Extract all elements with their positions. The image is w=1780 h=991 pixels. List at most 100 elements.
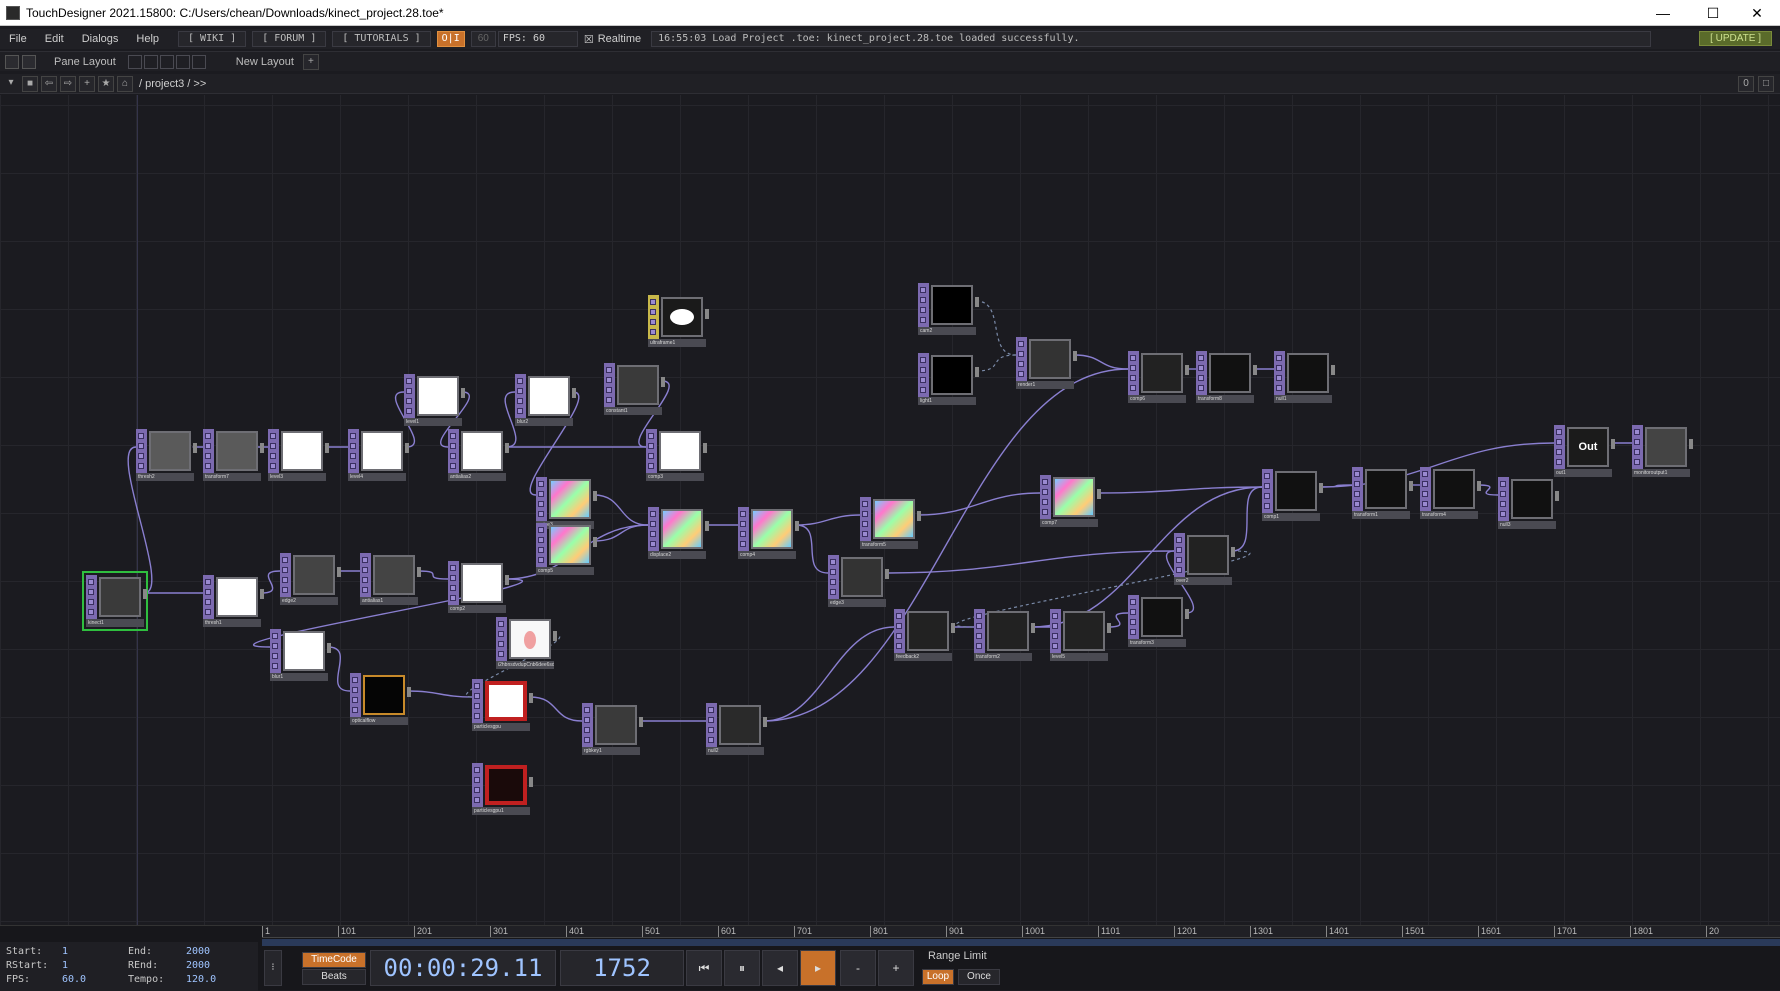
node-label[interactable]: opticalflow — [350, 717, 408, 725]
node-label[interactable]: thresh2 — [136, 473, 194, 481]
node-output-connector[interactable] — [661, 377, 665, 387]
node-transform3[interactable]: transform3 — [1128, 595, 1189, 647]
perform-mode-button[interactable]: O|I — [436, 31, 465, 47]
wiki-button[interactable]: [ WIKI ] — [178, 31, 247, 47]
node-output-connector[interactable] — [593, 537, 597, 547]
node-output-connector[interactable] — [975, 367, 979, 377]
node-label[interactable]: transform3 — [1128, 639, 1186, 647]
node-viewer[interactable] — [1287, 353, 1329, 393]
node-output-connector[interactable] — [529, 777, 533, 787]
node-label[interactable]: comp6 — [1128, 395, 1186, 403]
wire-edge3-over2[interactable] — [885, 550, 1175, 574]
node-tab[interactable] — [1128, 351, 1139, 395]
node-transform4[interactable]: transform4 — [1420, 467, 1481, 519]
node-label[interactable]: null1 — [1274, 395, 1332, 403]
node-tab[interactable] — [1498, 477, 1509, 521]
node-tab[interactable] — [738, 507, 749, 551]
node-tab[interactable] — [1352, 467, 1363, 511]
node-particlesgpu1[interactable]: particlesgpu1 — [472, 763, 533, 815]
node-viewer[interactable] — [99, 577, 141, 617]
node-transform7[interactable]: transform7 — [203, 429, 264, 481]
wire-particlesgpu-rgbkey1[interactable] — [529, 696, 583, 722]
timeline-menu-button[interactable]: ⁝ — [264, 950, 282, 986]
node-viewer[interactable] — [907, 611, 949, 651]
node-label[interactable]: transform5 — [860, 541, 918, 549]
play-icon[interactable]: ▸ — [800, 950, 836, 986]
node-tab[interactable] — [350, 673, 361, 717]
tempo-value[interactable]: 120.0 — [186, 974, 216, 985]
node-kinect1[interactable]: kinect1 — [82, 571, 148, 631]
node-tab[interactable] — [918, 283, 929, 327]
node-blur1[interactable]: blur1 — [270, 629, 331, 681]
node-comp6[interactable]: comp6 — [1128, 351, 1189, 403]
node-output-connector[interactable] — [461, 388, 465, 398]
node-viewer[interactable] — [373, 555, 415, 595]
node-output-connector[interactable] — [405, 443, 409, 453]
node-output-connector[interactable] — [1185, 365, 1189, 375]
node-tab[interactable] — [496, 617, 507, 661]
wire-render1-comp6[interactable] — [1073, 354, 1129, 370]
node-rgbkey1[interactable]: rgbkey1 — [582, 703, 643, 755]
node-output-connector[interactable] — [795, 521, 799, 531]
node-viewer[interactable] — [528, 376, 570, 416]
node-output-connector[interactable] — [417, 567, 421, 577]
node-label[interactable]: antialias1 — [360, 597, 418, 605]
node-output-connector[interactable] — [1107, 623, 1111, 633]
wire-comp4-transform5[interactable] — [795, 514, 861, 526]
layout-1-icon[interactable] — [127, 54, 142, 69]
node-cam2[interactable]: cam2 — [918, 283, 979, 335]
node-output-connector[interactable] — [1611, 439, 1615, 449]
node-output-connector[interactable] — [885, 569, 889, 579]
node-displace2[interactable]: displace2 — [648, 507, 709, 559]
node-tab[interactable] — [1196, 351, 1207, 395]
fps-value[interactable]: 60.0 — [62, 974, 86, 985]
loop-button[interactable]: Loop — [922, 969, 954, 985]
menu-help[interactable]: Help — [127, 33, 168, 45]
node-output-connector[interactable] — [1555, 491, 1559, 501]
node-level4[interactable]: level4 — [348, 429, 409, 481]
node-tab[interactable] — [136, 429, 147, 473]
node-label[interactable]: edge2 — [280, 597, 338, 605]
chevron-down-icon[interactable]: ▾ — [3, 76, 19, 92]
node-viewer[interactable] — [417, 376, 459, 416]
node-label[interactable]: render1 — [1016, 381, 1074, 389]
node-transform1[interactable]: transform1 — [1352, 467, 1413, 519]
node-viewer[interactable] — [1053, 477, 1095, 517]
star-icon[interactable]: ★ — [98, 75, 114, 92]
node-viewer[interactable] — [216, 577, 258, 617]
node-output-connector[interactable] — [763, 717, 767, 727]
node-noise3[interactable]: noise3 — [536, 477, 597, 529]
node-output-connector[interactable] — [553, 631, 557, 641]
add-layout-button[interactable]: + — [302, 53, 319, 70]
node-viewer[interactable] — [283, 631, 325, 671]
node-viewer[interactable]: Out — [1567, 427, 1609, 467]
beats-mode-button[interactable]: Beats — [302, 969, 366, 985]
node-tab[interactable] — [1016, 337, 1027, 381]
node-label[interactable]: transform4 — [1420, 511, 1478, 519]
node-opticalflow[interactable]: opticalflow — [350, 673, 411, 725]
node-label[interactable]: comp5 — [536, 567, 594, 575]
node-viewer[interactable] — [293, 555, 335, 595]
node-tab[interactable] — [894, 609, 905, 653]
node-viewer[interactable] — [617, 365, 659, 405]
node-output-connector[interactable] — [1477, 481, 1481, 491]
node-viewer[interactable] — [931, 285, 973, 325]
node-viewer[interactable] — [1029, 339, 1071, 379]
menu-file[interactable]: File — [0, 33, 36, 45]
node-tab[interactable] — [86, 575, 97, 619]
node-tab[interactable] — [918, 353, 929, 397]
node-output-connector[interactable] — [143, 589, 147, 599]
node-tab[interactable] — [448, 429, 459, 473]
node-viewer[interactable] — [1141, 353, 1183, 393]
node-output-connector[interactable] — [1331, 365, 1335, 375]
node-output-connector[interactable] — [1185, 609, 1189, 619]
wire-antialias1-comp2[interactable] — [417, 570, 449, 580]
node-output-connector[interactable] — [1409, 481, 1413, 491]
node-output-connector[interactable] — [327, 643, 331, 653]
minimize-button[interactable]: — — [1640, 0, 1686, 26]
node-transform5[interactable]: transform5 — [860, 497, 921, 549]
node-comp2[interactable]: comp2 — [448, 561, 509, 613]
node-tab[interactable] — [203, 575, 214, 619]
node-output-connector[interactable] — [705, 521, 709, 531]
node-light1[interactable]: light1 — [918, 353, 979, 405]
